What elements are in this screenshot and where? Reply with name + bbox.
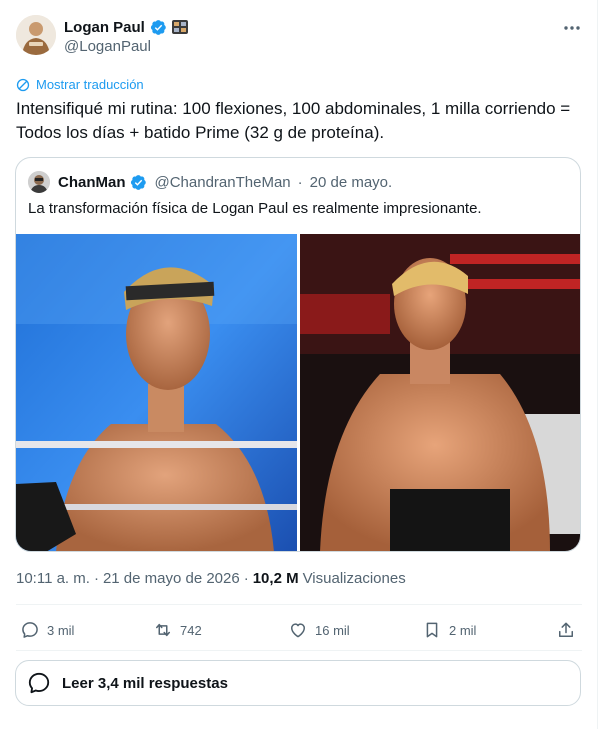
reply-bubble-icon [28,672,50,694]
reply-button[interactable]: 3 mil [20,618,74,642]
views-count: 10,2 M [252,570,299,587]
reply-icon [22,622,38,638]
more-options-icon[interactable] [562,18,582,38]
quoted-tweet-text: La transformación física de Logan Paul e… [28,200,482,217]
author-avatar[interactable] [16,15,56,55]
quoted-photo-2[interactable] [300,234,580,551]
tweet-text: Intensifiqué mi rutina: 100 flexiones, 1… [16,99,571,142]
author-handle[interactable]: @LoganPaul [64,38,151,55]
tweet-time[interactable]: 10:11 a. m. [16,570,90,587]
bookmark-button[interactable]: 2 mil [422,618,476,642]
quoted-photo-1[interactable] [16,234,297,551]
quoted-separator: · [297,173,303,191]
bookmark-icon [426,622,438,638]
quoted-tweet[interactable]: ChanMan @ChandranTheMan · 20 de mayo. La… [15,157,581,552]
quoted-tweet-header: ChanMan @ChandranTheMan · 20 de mayo. [28,171,392,193]
quoted-date: 20 de mayo. [309,173,393,191]
affiliate-badge-icon [171,20,188,34]
translate-icon [16,78,30,91]
author-name[interactable]: Logan Paul [64,19,145,36]
share-button[interactable] [556,618,576,642]
author-name-row: Logan Paul [64,17,188,37]
tweet-date[interactable]: 21 de mayo de 2026 [103,570,240,587]
quoted-author-handle: @ChandranTheMan [154,173,291,191]
quoted-author-avatar[interactable] [28,171,50,193]
quoted-author-name[interactable]: ChanMan [58,174,126,191]
repost-button[interactable]: 742 [153,618,202,642]
repost-icon [156,623,170,637]
tweet-meta: 10:11 a. m. · 21 de mayo de 2026 · 10,2 … [16,570,406,587]
divider-bottom [16,650,582,651]
verified-badge-icon [150,19,166,35]
tweet-card: Logan Paul @LoganPaul Mostrar traducción… [0,0,598,729]
share-icon [559,622,573,637]
show-translation-label: Mostrar traducción [36,77,144,92]
reply-count: 3 mil [47,622,75,638]
like-button[interactable]: 16 mil [288,618,350,642]
meta-separator-2: · [243,570,249,587]
heart-icon [291,623,305,638]
bookmark-count: 2 mil [449,622,477,638]
views-label: Visualizaciones [302,570,406,587]
read-replies-label: Leer 3,4 mil respuestas [62,674,228,692]
meta-separator: · [93,570,99,587]
read-replies-button[interactable]: Leer 3,4 mil respuestas [15,660,581,706]
divider-top [16,604,582,605]
quoted-verified-badge-icon [130,174,146,190]
show-translation-link[interactable]: Mostrar traducción [16,77,144,92]
like-count: 16 mil [315,622,350,638]
repost-count: 742 [180,622,202,638]
